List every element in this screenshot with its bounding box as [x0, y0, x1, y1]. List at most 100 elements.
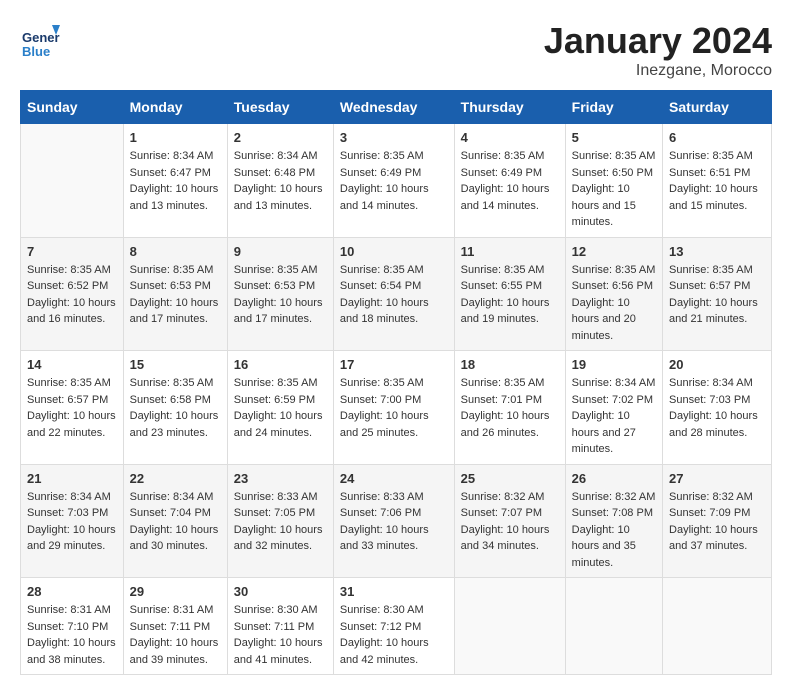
day-number: 6	[669, 130, 765, 145]
day-number: 20	[669, 357, 765, 372]
svg-text:Blue: Blue	[22, 44, 50, 59]
day-number: 27	[669, 471, 765, 486]
calendar-cell: 7 Sunrise: 8:35 AM Sunset: 6:52 PM Dayli…	[21, 237, 124, 351]
header-thursday: Thursday	[454, 91, 565, 124]
day-info: Sunrise: 8:32 AM Sunset: 7:07 PM Dayligh…	[461, 489, 559, 555]
day-number: 31	[340, 584, 448, 599]
day-number: 1	[130, 130, 221, 145]
page-header: General Blue January 2024 Inezgane, Moro…	[20, 20, 772, 80]
calendar-cell	[21, 124, 124, 238]
calendar-cell: 2 Sunrise: 8:34 AM Sunset: 6:48 PM Dayli…	[227, 124, 333, 238]
day-info: Sunrise: 8:32 AM Sunset: 7:09 PM Dayligh…	[669, 489, 765, 555]
day-info: Sunrise: 8:32 AM Sunset: 7:08 PM Dayligh…	[572, 489, 656, 572]
header-monday: Monday	[123, 91, 227, 124]
day-number: 8	[130, 244, 221, 259]
calendar-cell: 23 Sunrise: 8:33 AM Sunset: 7:05 PM Dayl…	[227, 464, 333, 578]
day-number: 14	[27, 357, 117, 372]
day-number: 24	[340, 471, 448, 486]
day-info: Sunrise: 8:35 AM Sunset: 6:50 PM Dayligh…	[572, 148, 656, 231]
calendar-cell	[663, 578, 772, 675]
day-info: Sunrise: 8:33 AM Sunset: 7:06 PM Dayligh…	[340, 489, 448, 555]
day-number: 18	[461, 357, 559, 372]
day-number: 7	[27, 244, 117, 259]
calendar-cell	[454, 578, 565, 675]
day-number: 23	[234, 471, 327, 486]
calendar-cell: 27 Sunrise: 8:32 AM Sunset: 7:09 PM Dayl…	[663, 464, 772, 578]
day-info: Sunrise: 8:34 AM Sunset: 6:48 PM Dayligh…	[234, 148, 327, 214]
day-number: 3	[340, 130, 448, 145]
day-info: Sunrise: 8:34 AM Sunset: 6:47 PM Dayligh…	[130, 148, 221, 214]
calendar-cell: 29 Sunrise: 8:31 AM Sunset: 7:11 PM Dayl…	[123, 578, 227, 675]
calendar-cell: 30 Sunrise: 8:30 AM Sunset: 7:11 PM Dayl…	[227, 578, 333, 675]
day-number: 10	[340, 244, 448, 259]
calendar-cell: 31 Sunrise: 8:30 AM Sunset: 7:12 PM Dayl…	[333, 578, 454, 675]
day-info: Sunrise: 8:34 AM Sunset: 7:03 PM Dayligh…	[27, 489, 117, 555]
day-info: Sunrise: 8:34 AM Sunset: 7:03 PM Dayligh…	[669, 375, 765, 441]
day-number: 17	[340, 357, 448, 372]
calendar-cell: 10 Sunrise: 8:35 AM Sunset: 6:54 PM Dayl…	[333, 237, 454, 351]
logo-icon: General Blue	[20, 20, 60, 60]
day-number: 12	[572, 244, 656, 259]
day-number: 9	[234, 244, 327, 259]
day-number: 2	[234, 130, 327, 145]
day-number: 22	[130, 471, 221, 486]
calendar-cell: 26 Sunrise: 8:32 AM Sunset: 7:08 PM Dayl…	[565, 464, 662, 578]
calendar-cell: 21 Sunrise: 8:34 AM Sunset: 7:03 PM Dayl…	[21, 464, 124, 578]
day-number: 16	[234, 357, 327, 372]
title-section: January 2024 Inezgane, Morocco	[544, 20, 772, 80]
day-info: Sunrise: 8:35 AM Sunset: 6:49 PM Dayligh…	[461, 148, 559, 214]
day-number: 5	[572, 130, 656, 145]
calendar-cell: 13 Sunrise: 8:35 AM Sunset: 6:57 PM Dayl…	[663, 237, 772, 351]
day-number: 28	[27, 584, 117, 599]
day-number: 29	[130, 584, 221, 599]
calendar-cell: 8 Sunrise: 8:35 AM Sunset: 6:53 PM Dayli…	[123, 237, 227, 351]
day-number: 4	[461, 130, 559, 145]
day-info: Sunrise: 8:35 AM Sunset: 7:01 PM Dayligh…	[461, 375, 559, 441]
calendar-week-3: 14 Sunrise: 8:35 AM Sunset: 6:57 PM Dayl…	[21, 351, 772, 465]
calendar-body: 1 Sunrise: 8:34 AM Sunset: 6:47 PM Dayli…	[21, 124, 772, 675]
day-number: 21	[27, 471, 117, 486]
calendar-table: Sunday Monday Tuesday Wednesday Thursday…	[20, 90, 772, 675]
calendar-cell: 18 Sunrise: 8:35 AM Sunset: 7:01 PM Dayl…	[454, 351, 565, 465]
calendar-cell: 19 Sunrise: 8:34 AM Sunset: 7:02 PM Dayl…	[565, 351, 662, 465]
day-info: Sunrise: 8:35 AM Sunset: 6:58 PM Dayligh…	[130, 375, 221, 441]
month-title: January 2024	[544, 20, 772, 62]
calendar-cell: 25 Sunrise: 8:32 AM Sunset: 7:07 PM Dayl…	[454, 464, 565, 578]
calendar-cell: 6 Sunrise: 8:35 AM Sunset: 6:51 PM Dayli…	[663, 124, 772, 238]
calendar-cell: 22 Sunrise: 8:34 AM Sunset: 7:04 PM Dayl…	[123, 464, 227, 578]
calendar-cell: 3 Sunrise: 8:35 AM Sunset: 6:49 PM Dayli…	[333, 124, 454, 238]
calendar-week-5: 28 Sunrise: 8:31 AM Sunset: 7:10 PM Dayl…	[21, 578, 772, 675]
day-number: 26	[572, 471, 656, 486]
header-saturday: Saturday	[663, 91, 772, 124]
day-info: Sunrise: 8:35 AM Sunset: 7:00 PM Dayligh…	[340, 375, 448, 441]
calendar-cell: 11 Sunrise: 8:35 AM Sunset: 6:55 PM Dayl…	[454, 237, 565, 351]
calendar-cell: 4 Sunrise: 8:35 AM Sunset: 6:49 PM Dayli…	[454, 124, 565, 238]
header-wednesday: Wednesday	[333, 91, 454, 124]
svg-text:General: General	[22, 30, 60, 45]
day-info: Sunrise: 8:35 AM Sunset: 6:53 PM Dayligh…	[234, 262, 327, 328]
day-info: Sunrise: 8:35 AM Sunset: 6:57 PM Dayligh…	[27, 375, 117, 441]
calendar-cell: 16 Sunrise: 8:35 AM Sunset: 6:59 PM Dayl…	[227, 351, 333, 465]
day-number: 15	[130, 357, 221, 372]
calendar-cell: 12 Sunrise: 8:35 AM Sunset: 6:56 PM Dayl…	[565, 237, 662, 351]
calendar-cell: 20 Sunrise: 8:34 AM Sunset: 7:03 PM Dayl…	[663, 351, 772, 465]
calendar-cell: 1 Sunrise: 8:34 AM Sunset: 6:47 PM Dayli…	[123, 124, 227, 238]
calendar-week-1: 1 Sunrise: 8:34 AM Sunset: 6:47 PM Dayli…	[21, 124, 772, 238]
day-number: 30	[234, 584, 327, 599]
calendar-week-2: 7 Sunrise: 8:35 AM Sunset: 6:52 PM Dayli…	[21, 237, 772, 351]
calendar-cell: 5 Sunrise: 8:35 AM Sunset: 6:50 PM Dayli…	[565, 124, 662, 238]
day-info: Sunrise: 8:35 AM Sunset: 6:55 PM Dayligh…	[461, 262, 559, 328]
header-friday: Friday	[565, 91, 662, 124]
day-info: Sunrise: 8:35 AM Sunset: 6:56 PM Dayligh…	[572, 262, 656, 345]
day-info: Sunrise: 8:33 AM Sunset: 7:05 PM Dayligh…	[234, 489, 327, 555]
day-info: Sunrise: 8:35 AM Sunset: 6:53 PM Dayligh…	[130, 262, 221, 328]
header-tuesday: Tuesday	[227, 91, 333, 124]
header-sunday: Sunday	[21, 91, 124, 124]
day-number: 25	[461, 471, 559, 486]
day-info: Sunrise: 8:35 AM Sunset: 6:54 PM Dayligh…	[340, 262, 448, 328]
calendar-cell: 15 Sunrise: 8:35 AM Sunset: 6:58 PM Dayl…	[123, 351, 227, 465]
calendar-cell: 17 Sunrise: 8:35 AM Sunset: 7:00 PM Dayl…	[333, 351, 454, 465]
day-number: 11	[461, 244, 559, 259]
calendar-cell: 14 Sunrise: 8:35 AM Sunset: 6:57 PM Dayl…	[21, 351, 124, 465]
calendar-cell: 24 Sunrise: 8:33 AM Sunset: 7:06 PM Dayl…	[333, 464, 454, 578]
